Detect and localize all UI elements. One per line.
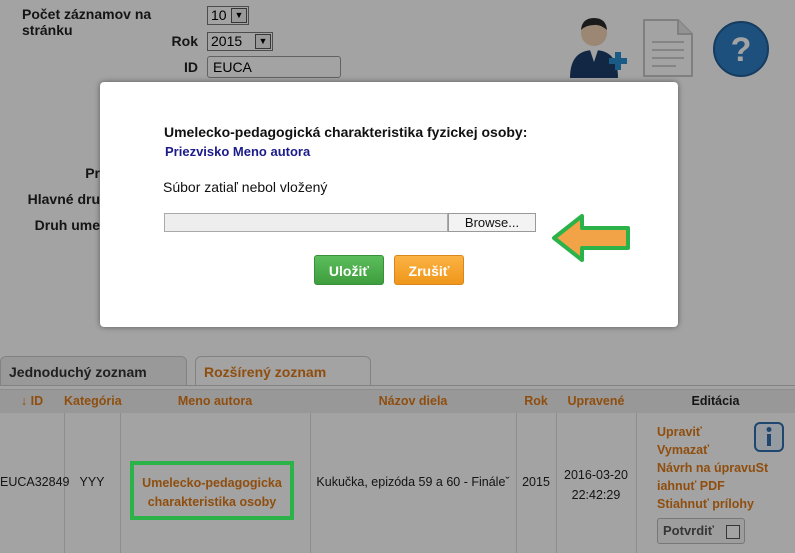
cancel-button[interactable]: Zrušiť [394, 255, 464, 285]
dialog-title: Umelecko-pedagogická charakteristika fyz… [164, 124, 528, 140]
annotation-highlight-box [130, 461, 294, 520]
annotation-arrow-icon [552, 214, 630, 262]
upload-dialog: Umelecko-pedagogická charakteristika fyz… [100, 82, 678, 327]
save-button[interactable]: Uložiť [314, 255, 384, 285]
dialog-author-name: Priezvisko Meno autora [165, 144, 311, 159]
browse-button[interactable]: Browse... [448, 213, 536, 232]
file-path-field[interactable] [164, 213, 448, 232]
file-status-text: Súbor zatiaľ nebol vložený [163, 179, 328, 195]
